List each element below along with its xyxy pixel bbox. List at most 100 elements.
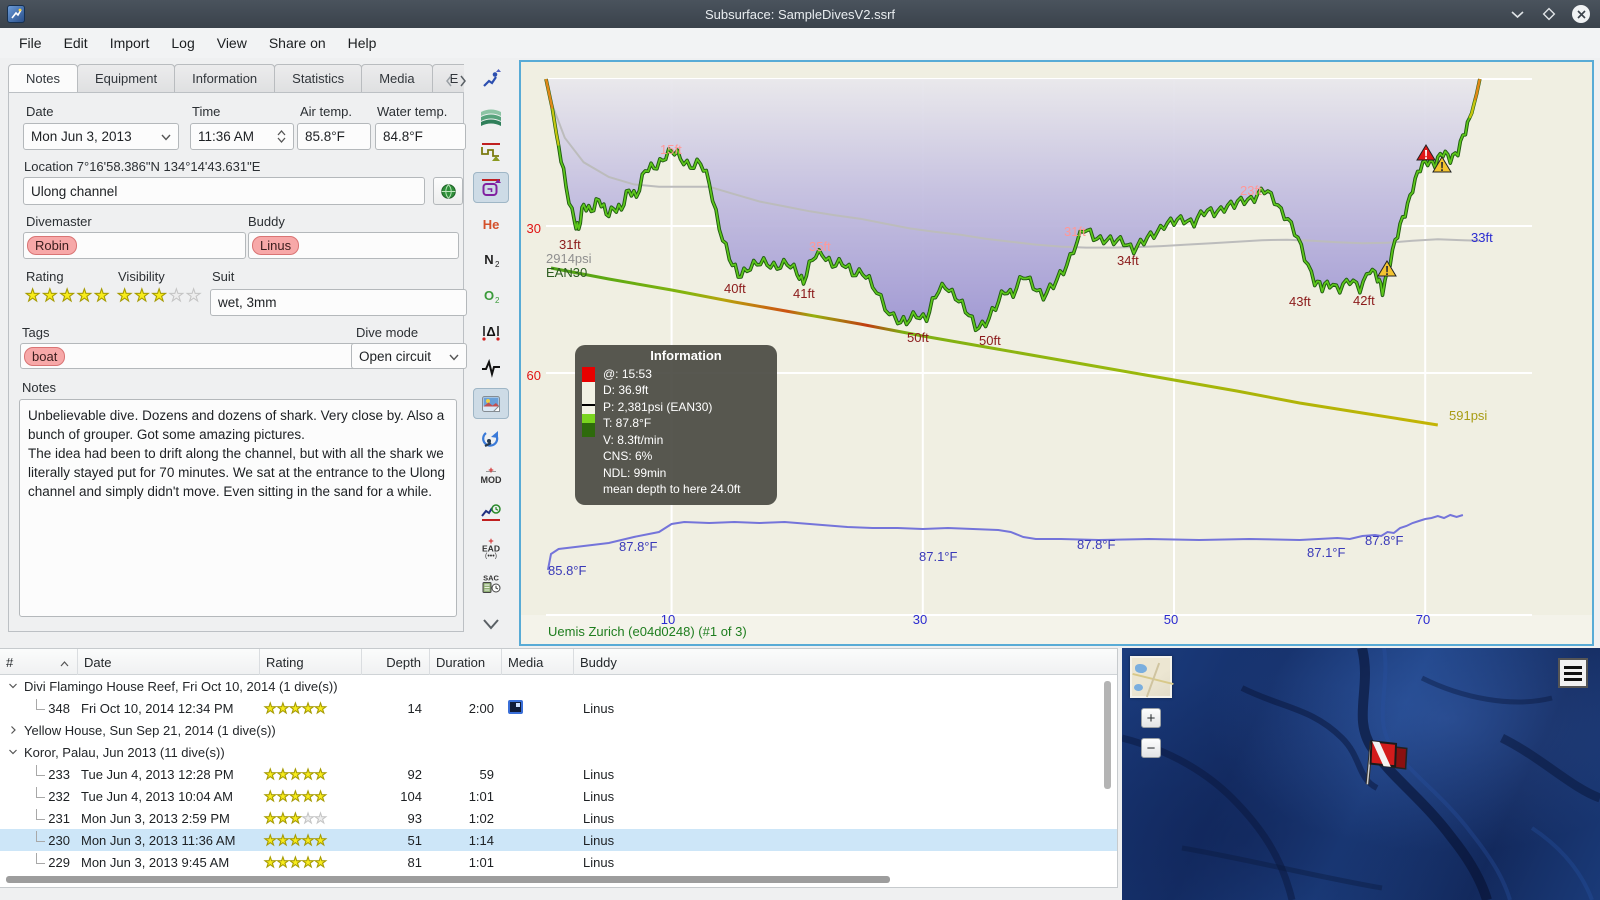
location-input[interactable] bbox=[23, 177, 425, 205]
oxygen-graph-icon: O2 bbox=[480, 285, 502, 307]
dive-number: 232 bbox=[0, 787, 78, 805]
helium-graph-button[interactable]: He bbox=[473, 208, 509, 239]
column-header-date[interactable]: Date bbox=[78, 649, 260, 675]
buddy-field[interactable]: Linus bbox=[248, 232, 459, 259]
column-header-buddy[interactable]: Buddy bbox=[574, 649, 1117, 675]
svg-text:MOD: MOD bbox=[481, 475, 502, 485]
tab-statistics[interactable]: Statistics bbox=[274, 64, 363, 92]
info-row: V: 8.3ft/min bbox=[603, 432, 664, 447]
ceiling-icon bbox=[480, 141, 502, 163]
dive-row[interactable]: 232 Tue Jun 4, 2013 10:04 AM ★★★★★ 104 1:01 L… bbox=[0, 785, 1117, 807]
time-spinbox[interactable]: 11:36 AM bbox=[190, 123, 294, 150]
trip-row[interactable]: Divi Flamingo House Reef, Fri Oct 10, 20… bbox=[0, 675, 1117, 697]
collapse-icon[interactable] bbox=[8, 679, 18, 694]
spinner-arrows-icon[interactable] bbox=[277, 130, 286, 143]
sac-rate-button[interactable]: SAC bbox=[473, 568, 509, 599]
chart-label: 85.8°F bbox=[548, 563, 587, 578]
horizontal-scrollbar[interactable] bbox=[6, 876, 890, 883]
dive-rating: ★★★★★ bbox=[264, 853, 328, 870]
ceiling-button[interactable] bbox=[473, 136, 509, 167]
rating-label: Rating bbox=[26, 269, 64, 284]
tab-media[interactable]: Media bbox=[361, 64, 433, 92]
star-icon: ★ bbox=[24, 286, 43, 306]
menu-item-log[interactable]: Log bbox=[160, 31, 205, 55]
dive-flag-marker[interactable] bbox=[1350, 730, 1414, 788]
heart-rate-button[interactable] bbox=[473, 352, 509, 383]
sort-ascending-icon bbox=[60, 655, 77, 670]
tab-notes[interactable]: Notes bbox=[8, 64, 78, 92]
toolbar-scroll-down-button[interactable] bbox=[473, 608, 509, 639]
window-maximize-button[interactable] bbox=[1540, 5, 1558, 23]
map-zoom-out-button[interactable]: − bbox=[1141, 738, 1161, 758]
divemaster-field[interactable]: Robin bbox=[23, 232, 246, 259]
tags-field[interactable]: boat bbox=[20, 343, 357, 369]
media-thumbnail-icon[interactable] bbox=[508, 699, 523, 714]
column-header-num[interactable]: # bbox=[0, 649, 78, 675]
photos-button[interactable] bbox=[473, 388, 509, 419]
time-label: Time bbox=[192, 104, 221, 119]
menu-item-edit[interactable]: Edit bbox=[53, 31, 99, 55]
tab-information[interactable]: Information bbox=[174, 64, 276, 92]
gas-delta-button[interactable]: Δ bbox=[473, 316, 509, 347]
column-header-media[interactable]: Media bbox=[502, 649, 574, 675]
menu-item-import[interactable]: Import bbox=[99, 31, 161, 55]
oxygen-graph-button[interactable]: O2 bbox=[473, 280, 509, 311]
tab-scroll-right-icon[interactable] bbox=[458, 74, 468, 88]
tab-equipment[interactable]: Equipment bbox=[76, 64, 176, 92]
air-temp-field[interactable]: 85.8°F bbox=[297, 123, 371, 150]
map-menu-button[interactable] bbox=[1558, 658, 1588, 688]
nitrogen-graph-button[interactable]: N2 bbox=[473, 244, 509, 275]
globe-button[interactable] bbox=[433, 177, 463, 205]
menu-item-file[interactable]: File bbox=[8, 31, 53, 55]
dive-mode-select[interactable]: Open circuit bbox=[351, 343, 467, 369]
svg-text:!: ! bbox=[1440, 159, 1444, 174]
divemaster-tag[interactable]: Robin bbox=[27, 236, 77, 255]
notes-textarea[interactable]: Unbelievable dive. Dozens and dozens of … bbox=[19, 399, 457, 617]
water-temp-field[interactable]: 84.8°F bbox=[375, 123, 466, 150]
map-overview-inset[interactable] bbox=[1130, 656, 1174, 698]
menu-item-share-on[interactable]: Share on bbox=[258, 31, 337, 55]
column-header-duration[interactable]: Duration bbox=[430, 649, 502, 675]
buddy-tag[interactable]: Linus bbox=[252, 236, 300, 255]
dive-profile-chart[interactable]: 31ft 2914psi EAN30 15ft 40ft 41ft 35ft 50ft 50ft… bbox=[519, 60, 1594, 646]
svg-text:He: He bbox=[483, 217, 500, 232]
dive-row[interactable]: 231 Mon Jun 3, 2013 2:59 PM ★★★★★ 93 1:02 Lin… bbox=[0, 807, 1117, 829]
visibility-stars[interactable]: ★★★★★ bbox=[116, 286, 203, 306]
window-close-button[interactable] bbox=[1572, 5, 1590, 23]
menu-item-help[interactable]: Help bbox=[337, 31, 388, 55]
ndl-button[interactable] bbox=[473, 496, 509, 527]
column-header-depth[interactable]: Depth bbox=[362, 649, 430, 675]
map-zoom-in-button[interactable]: + bbox=[1141, 708, 1161, 728]
visibility-label: Visibility bbox=[118, 269, 165, 284]
dive-row[interactable]: 229 Mon Jun 3, 2013 9:45 AM ★★★★★ 81 1:01 Lin… bbox=[0, 851, 1117, 873]
calculated-ceiling-icon bbox=[480, 177, 502, 199]
chart-label: 15ft bbox=[660, 142, 682, 157]
trip-row[interactable]: Yellow House, Sun Sep 21, 2014 (1 dive(s… bbox=[0, 719, 1117, 741]
mod-button[interactable]: + MOD bbox=[473, 460, 509, 491]
star-icon: ★ bbox=[42, 286, 60, 306]
rating-stars[interactable]: ★★★★★ bbox=[24, 286, 111, 306]
dive-date: Mon Jun 3, 2013 2:59 PM bbox=[81, 810, 230, 826]
window-minimize-button[interactable] bbox=[1508, 5, 1526, 23]
calculated-ceiling-button[interactable] bbox=[473, 172, 509, 203]
collapse-icon[interactable] bbox=[8, 745, 18, 760]
suit-input[interactable] bbox=[210, 289, 467, 316]
trip-row[interactable]: Koror, Palau, Jun 2013 (11 dive(s)) bbox=[0, 741, 1117, 763]
tab-scroll-left-icon[interactable] bbox=[444, 74, 454, 88]
ead-button[interactable]: + EAD (•••) bbox=[473, 532, 509, 563]
date-select[interactable]: Mon Jun 3, 2013 bbox=[23, 123, 179, 150]
column-header-rating[interactable]: Rating bbox=[260, 649, 362, 675]
dive-row[interactable]: 233 Tue Jun 4, 2013 12:28 PM ★★★★★ 92 59 Linu… bbox=[0, 763, 1117, 785]
dive-mode-button[interactable] bbox=[473, 424, 509, 455]
dive-row[interactable]: 348 Fri Oct 10, 2014 12:34 PM ★★★★★ 14 2:00 L… bbox=[0, 697, 1117, 719]
dive-depth: 51 bbox=[407, 832, 422, 848]
tag-boat[interactable]: boat bbox=[24, 346, 66, 366]
expand-icon[interactable] bbox=[8, 723, 18, 738]
waves-button[interactable] bbox=[473, 100, 509, 131]
dive-site-map[interactable]: + − bbox=[1122, 648, 1600, 900]
dive-rating: ★★★★★ bbox=[264, 787, 328, 804]
menu-item-view[interactable]: View bbox=[206, 31, 258, 55]
dive-duration: 59 bbox=[479, 766, 494, 782]
vertical-scrollbar[interactable] bbox=[1104, 681, 1111, 789]
dive-row[interactable]: 230 Mon Jun 3, 2013 11:36 AM ★★★★★ 51 1:14 Li… bbox=[0, 829, 1117, 851]
